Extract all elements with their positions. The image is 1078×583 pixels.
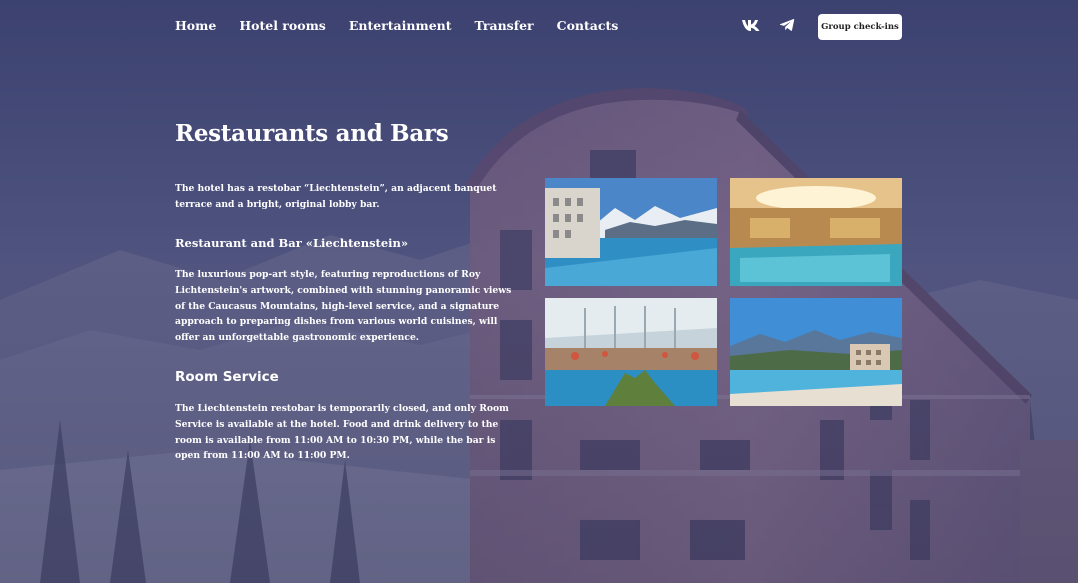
intro-text: The hotel has a restobar “Liechtenstein”…	[175, 183, 497, 210]
atrium-pool-photo[interactable]	[545, 298, 717, 406]
restaurant-heading: Restaurant and Bar «Liechtenstein»	[175, 236, 409, 250]
main-nav: Home Hotel rooms Entertainment Transfer …	[175, 18, 618, 33]
group-checkin-button[interactable]: Group check-ins	[818, 14, 902, 40]
vk-icon[interactable]	[741, 18, 761, 32]
nav-entertainment[interactable]: Entertainment	[349, 18, 452, 33]
nav-home[interactable]: Home	[175, 18, 216, 33]
restaurant-text: The luxurious pop-art style, featuring r…	[175, 269, 512, 344]
background-overlay	[0, 0, 1078, 583]
infinity-pool-valley-photo[interactable]	[730, 298, 902, 406]
room-service-text: The Liechtenstein restobar is temporaril…	[175, 403, 509, 462]
room-service-heading: Room Service	[175, 369, 279, 385]
nav-contacts[interactable]: Contacts	[557, 18, 619, 33]
indoor-pool-photo[interactable]	[730, 178, 902, 286]
nav-transfer[interactable]: Transfer	[475, 18, 534, 33]
page-title: Restaurants and Bars	[175, 120, 449, 147]
nav-hotel-rooms[interactable]: Hotel rooms	[239, 18, 326, 33]
telegram-icon[interactable]	[779, 18, 795, 32]
outdoor-pool-mountains-photo[interactable]	[545, 178, 717, 286]
